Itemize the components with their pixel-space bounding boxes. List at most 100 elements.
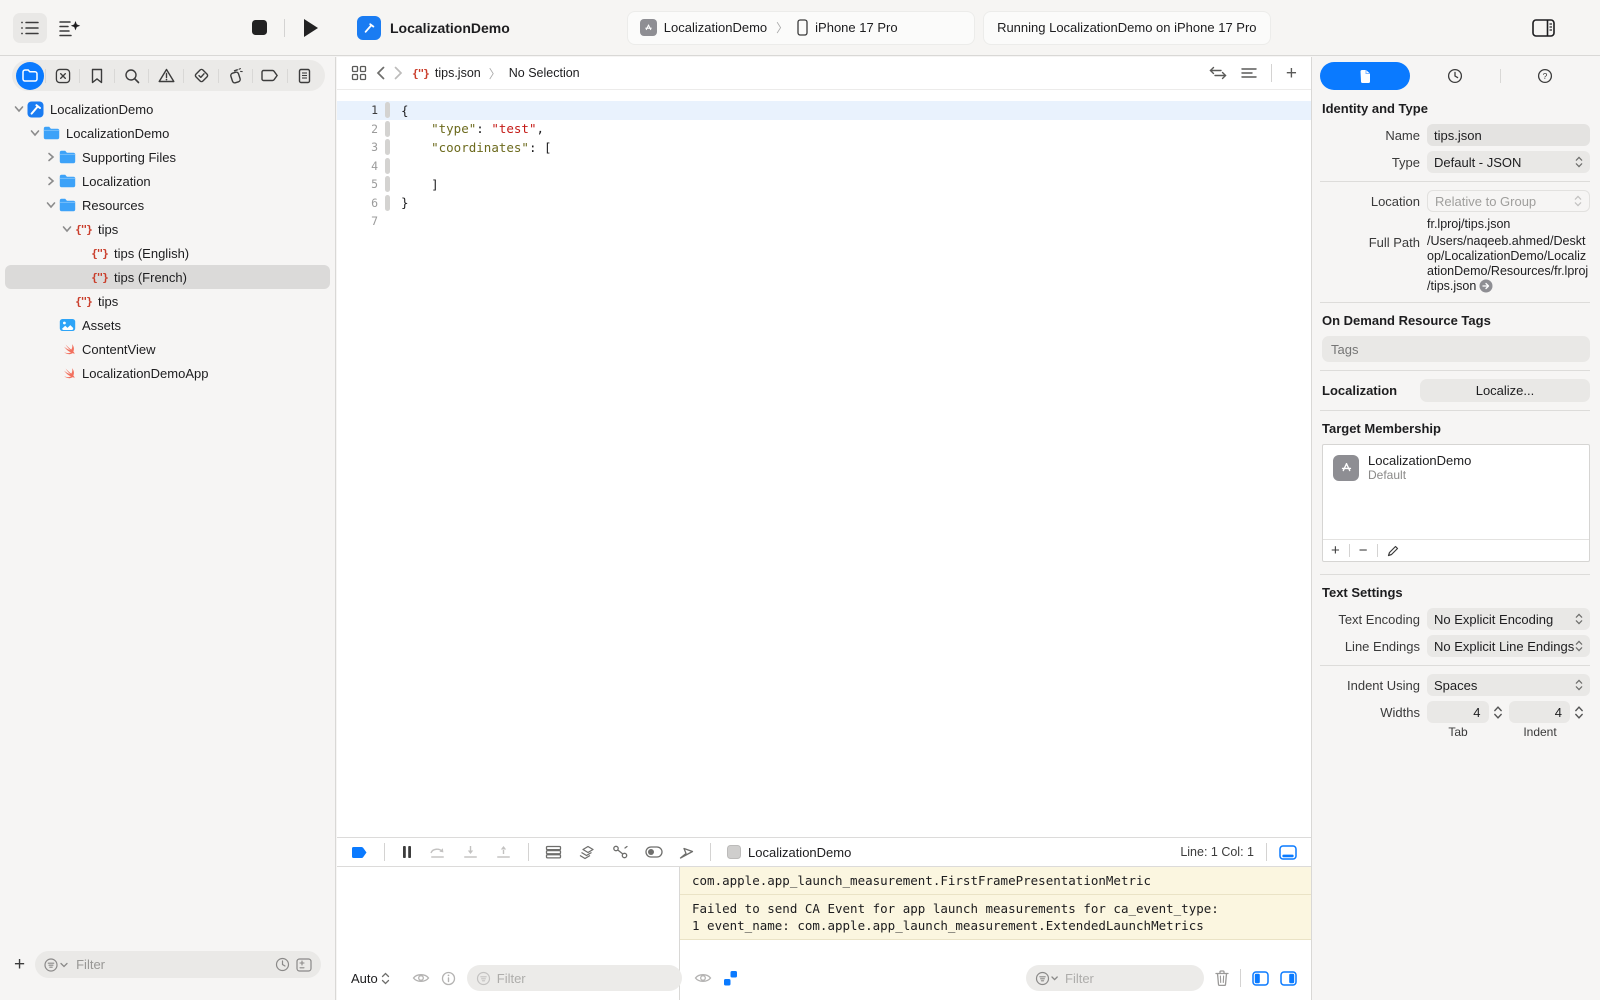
tree-item-tips-french[interactable]: {"}tips (French)	[5, 265, 330, 289]
target-row[interactable]: LocalizationDemo Default	[1323, 445, 1589, 490]
indent-width-stepper[interactable]	[1574, 705, 1584, 720]
object-graph-button[interactable]	[612, 845, 629, 860]
chevron-right-icon[interactable]	[43, 176, 58, 186]
line-number[interactable]: 4	[337, 159, 378, 173]
line-number[interactable]: 3	[337, 140, 378, 154]
code-review-icon[interactable]	[1209, 66, 1227, 80]
tab-file-inspector[interactable]	[1320, 62, 1410, 90]
tab-width-field[interactable]: 4	[1427, 701, 1489, 723]
ai-assistant-button[interactable]	[53, 13, 87, 43]
line-number[interactable]: 6	[337, 196, 378, 210]
tab-bookmarks[interactable]	[81, 62, 113, 90]
jump-bar-selection[interactable]: No Selection	[509, 66, 580, 80]
breakpoints-toggle-button[interactable]	[351, 846, 368, 859]
run-destination[interactable]: iPhone 17 Pro	[815, 20, 897, 35]
forward-button[interactable]	[394, 66, 403, 80]
console-log[interactable]: com.apple.app_launch_measurement.FirstFr…	[680, 867, 1311, 940]
console-filter-field[interactable]	[1026, 965, 1204, 991]
tree-item-assets[interactable]: Assets	[5, 313, 330, 337]
stop-button[interactable]	[242, 13, 276, 43]
type-dropdown[interactable]: Default - JSON	[1427, 151, 1590, 173]
step-into-button[interactable]	[462, 845, 479, 860]
console-log-row-2[interactable]: Failed to send CA Event for app launch m…	[680, 895, 1311, 940]
code-text[interactable]: "coordinates": [	[401, 140, 552, 155]
line-endings-dropdown[interactable]: No Explicit Line Endings	[1427, 635, 1590, 657]
tree-item-localizationdemo[interactable]: LocalizationDemo	[5, 97, 330, 121]
tab-find[interactable]	[116, 62, 148, 90]
variables-scope-select[interactable]: Auto	[351, 971, 390, 986]
tab-reports[interactable]	[289, 62, 321, 90]
tab-tests[interactable]	[185, 62, 217, 90]
memory-graph-button[interactable]	[578, 845, 596, 860]
code-text[interactable]: }	[401, 195, 409, 210]
indent-width-field[interactable]: 4	[1509, 701, 1571, 723]
jump-bar-file[interactable]: tips.json	[435, 66, 481, 80]
toggle-console-view-button[interactable]	[1280, 971, 1297, 986]
editor-options-icon[interactable]	[1241, 67, 1257, 79]
localize-button[interactable]: Localize...	[1420, 379, 1590, 402]
tree-item-tips[interactable]: {"}tips	[5, 217, 330, 241]
scheme-name[interactable]: LocalizationDemo	[664, 20, 767, 35]
chevron-right-icon[interactable]	[43, 152, 58, 162]
tree-item-localizationdemoapp[interactable]: LocalizationDemoApp	[5, 361, 330, 385]
recent-files-filter-icon[interactable]	[275, 957, 290, 972]
tab-history-inspector[interactable]	[1410, 62, 1500, 90]
tab-quick-help-inspector[interactable]: ?	[1500, 62, 1590, 90]
name-input[interactable]	[1434, 128, 1583, 143]
source-control-filter-icon[interactable]	[296, 958, 312, 972]
navigator-filter-input[interactable]	[76, 957, 269, 972]
eye-icon[interactable]	[694, 972, 712, 984]
console-filter-input[interactable]	[1065, 971, 1195, 986]
tab-source-control[interactable]	[47, 62, 79, 90]
tree-item-supporting-files[interactable]: Supporting Files	[5, 145, 330, 169]
tab-issues[interactable]	[150, 62, 182, 90]
tab-breakpoints[interactable]	[254, 62, 286, 90]
code-line-5[interactable]: 5 ]	[337, 175, 1311, 194]
add-target-button[interactable]: +	[1331, 542, 1340, 559]
tab-debug[interactable]	[220, 62, 252, 90]
running-process[interactable]: LocalizationDemo	[727, 845, 851, 860]
code-text[interactable]: "type": "test",	[401, 121, 544, 136]
environment-overrides-button[interactable]	[645, 846, 663, 858]
scheme-selector[interactable]: LocalizationDemo 〉 iPhone 17 Pro	[627, 11, 975, 45]
edit-target-button[interactable]	[1387, 545, 1399, 557]
console-log-row-1[interactable]: com.apple.app_launch_measurement.FirstFr…	[680, 867, 1311, 895]
add-file-button[interactable]: +	[14, 955, 25, 974]
toggle-navigator-button[interactable]	[13, 13, 47, 43]
tree-item-localizationdemo[interactable]: LocalizationDemo	[5, 121, 330, 145]
add-editor-button[interactable]: +	[1286, 64, 1297, 83]
code-line-4[interactable]: 4	[337, 157, 1311, 176]
remove-target-button[interactable]: −	[1359, 542, 1368, 559]
line-number[interactable]: 7	[337, 214, 378, 228]
variables-filter-field[interactable]	[467, 965, 682, 991]
variables-filter-input[interactable]	[497, 971, 673, 986]
text-encoding-dropdown[interactable]: No Explicit Encoding	[1427, 608, 1590, 630]
line-number[interactable]: 5	[337, 177, 378, 191]
step-out-button[interactable]	[495, 845, 512, 860]
info-icon[interactable]	[441, 971, 456, 986]
navigator-filter-field[interactable]	[35, 951, 321, 978]
related-items-icon[interactable]	[351, 65, 367, 81]
code-line-7[interactable]: 7	[337, 212, 1311, 231]
code-line-3[interactable]: 3 "coordinates": [	[337, 138, 1311, 157]
simulate-location-button[interactable]	[679, 845, 694, 860]
back-button[interactable]	[376, 66, 385, 80]
tags-input[interactable]	[1331, 342, 1581, 357]
toggle-inspector-button[interactable]	[1526, 13, 1560, 43]
tab-project-navigator[interactable]	[16, 62, 44, 90]
console-mode-icon[interactable]	[723, 970, 738, 987]
source-editor[interactable]: 1{2 "type": "test",3 "coordinates": [45 …	[337, 90, 1311, 837]
chevron-down-icon[interactable]	[59, 225, 74, 233]
code-line-6[interactable]: 6}	[337, 194, 1311, 213]
step-over-button[interactable]	[429, 845, 446, 860]
tree-item-tips-english[interactable]: {"}tips (English)	[5, 241, 330, 265]
line-number[interactable]: 2	[337, 122, 378, 136]
chevron-down-icon[interactable]	[43, 201, 58, 209]
tree-item-tips[interactable]: {"}tips	[5, 289, 330, 313]
run-button[interactable]	[293, 13, 327, 43]
code-text[interactable]: ]	[401, 177, 439, 192]
code-line-2[interactable]: 2 "type": "test",	[337, 120, 1311, 139]
tree-item-contentview[interactable]: ContentView	[5, 337, 330, 361]
view-hierarchy-button[interactable]	[545, 845, 562, 859]
code-line-1[interactable]: 1{	[337, 101, 1311, 120]
